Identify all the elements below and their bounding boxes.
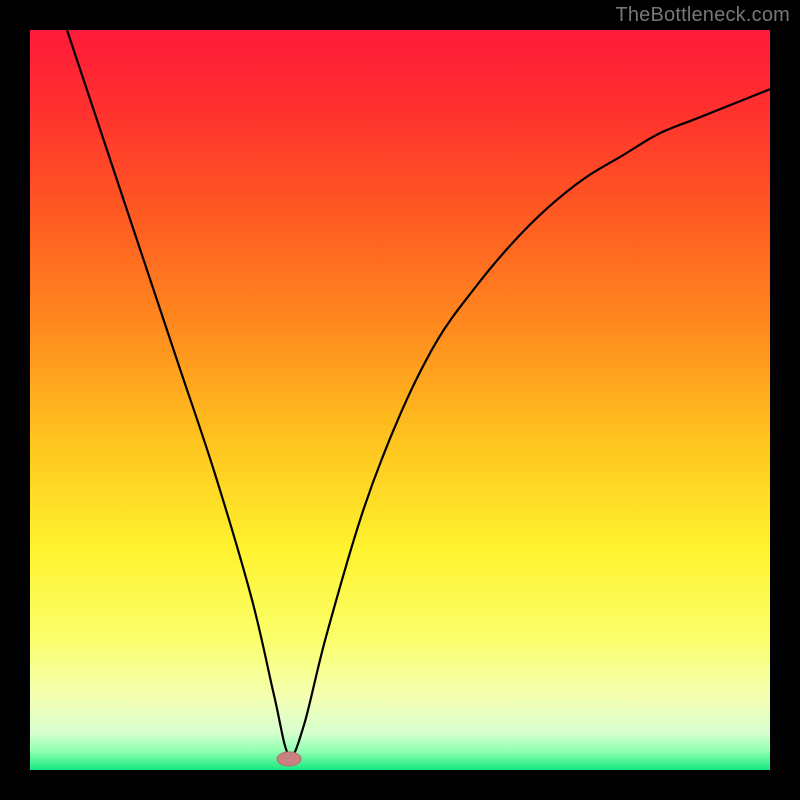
chart-frame: TheBottleneck.com [0, 0, 800, 800]
watermark-text: TheBottleneck.com [615, 4, 790, 27]
minimum-marker [277, 752, 301, 766]
bottleneck-chart [0, 0, 800, 800]
plot-background [30, 30, 770, 770]
